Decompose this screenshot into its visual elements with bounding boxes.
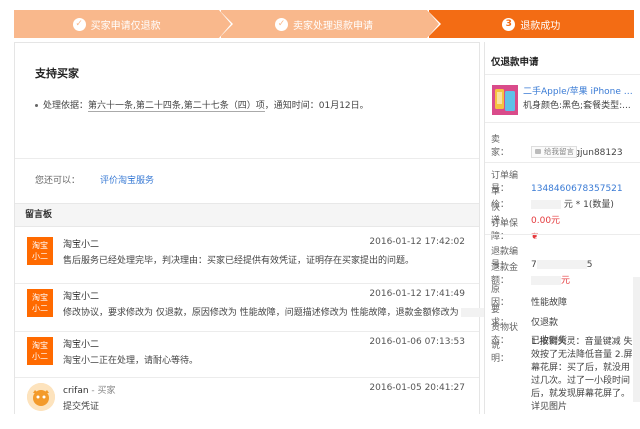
refund-progress-steps: ✓ 买家申请仅退款 ✓ 卖家处理退款申请 3 退款成功 — [14, 10, 634, 38]
refund-description: 1.按键失灵：音量键减 失效按了无法降低音量 2.屏幕花屏：买了后，就没用过几次… — [531, 337, 633, 412]
refund-result-panel: 支持买家 处理依据：第六十一条,第二十四条,第二十七条（四）项，通知时间：01月… — [14, 42, 502, 414]
step-buyer-request: ✓ 买家申请仅退款 — [14, 10, 234, 38]
buyer-avatar — [27, 383, 55, 411]
step-number-icon: 3 — [502, 17, 516, 31]
refund-info-sidebar: 仅退款申请 二手Apple/苹果 iPhone 6... 机身颜色:黑色;套餐类… — [484, 42, 640, 414]
message-text: 售后服务已经处理完毕，判决理由：买家已经提供有效凭证，证明存在买家提出的问题。 — [63, 256, 415, 266]
message-author: 淘宝小二 — [63, 292, 100, 302]
taobao-xiaoer-avatar: 淘宝 小二 — [27, 337, 53, 365]
rules-link[interactable]: 第六十一条,第二十四条,第二十七条（四）项 — [88, 101, 265, 112]
divider — [15, 158, 479, 159]
message-item: 淘宝 小二 淘宝小二 2016-01-06 07:13:53 淘宝小二正在处理，请… — [25, 335, 471, 383]
message-seller-button[interactable]: 给我留言 — [531, 146, 577, 158]
also-can: 您还可以： 评价淘宝服务 — [35, 176, 155, 186]
check-icon: ✓ — [274, 17, 288, 31]
product-name-link[interactable]: 二手Apple/苹果 iPhone 6... — [523, 84, 635, 97]
divider — [15, 331, 479, 332]
message-text: 提交凭证 — [63, 402, 100, 412]
message-item: crifan - 买家 2016-01-05 20:41:27 提交凭证 — [25, 381, 471, 429]
message-item: 淘宝 小二 淘宝小二 2016-01-12 17:41:49 修改协议，要求修改为… — [25, 287, 502, 335]
check-icon: ✓ — [72, 17, 86, 31]
divider — [15, 377, 479, 378]
step-refund-success: 3 退款成功 — [428, 10, 634, 38]
message-author: crifan - 买家 — [63, 386, 116, 396]
guarantee-row: 订单保障： ❦ — [491, 219, 539, 242]
taobao-xiaoer-avatar: 淘宝 小二 — [27, 289, 53, 317]
message-item: 淘宝 小二 淘宝小二 2016-01-12 17:42:02 售后服务已经处理完毕… — [25, 235, 471, 283]
step-seller-process: ✓ 卖家处理退款申请 — [221, 10, 441, 38]
sidebar-scrollbar[interactable] — [633, 277, 640, 402]
divider — [485, 74, 640, 75]
result-title: 支持买家 — [35, 67, 79, 80]
message-text: 修改协议，要求修改为 仅退款，原因修改为 性能故障，问题描述修改为 性能故障，退… — [63, 305, 502, 318]
bullet-icon — [35, 104, 38, 107]
taobao-xiaoer-avatar: 淘宝 小二 — [27, 237, 53, 265]
divider — [15, 283, 479, 284]
handling-basis: 处理依据：第六十一条,第二十四条,第二十七条（四）项，通知时间：01月12日。 — [35, 98, 369, 112]
divider — [485, 122, 640, 123]
step-label: 卖家处理退款申请 — [292, 20, 373, 32]
product-spec: 机身颜色:黑色;套餐类型:... — [523, 101, 631, 111]
message-time: 2016-01-05 20:41:27 — [369, 383, 465, 393]
message-text: 淘宝小二正在处理，请耐心等待。 — [63, 356, 199, 366]
product-thumbnail[interactable] — [492, 85, 518, 115]
rate-service-link[interactable]: 评价淘宝服务 — [100, 176, 154, 186]
divider — [485, 162, 640, 163]
sidebar-title: 仅退款申请 — [491, 57, 539, 68]
message-author: 淘宝小二 — [63, 340, 100, 350]
message-author: 淘宝小二 — [63, 240, 100, 250]
step-label: 买家申请仅退款 — [90, 20, 161, 32]
message-time: 2016-01-12 17:41:49 — [369, 289, 465, 299]
message-board-header: 留言板 — [15, 203, 479, 227]
message-time: 2016-01-12 17:42:02 — [369, 237, 465, 247]
step-label: 退款成功 — [520, 20, 561, 32]
divider — [485, 234, 640, 235]
message-time: 2016-01-06 07:13:53 — [369, 337, 465, 347]
